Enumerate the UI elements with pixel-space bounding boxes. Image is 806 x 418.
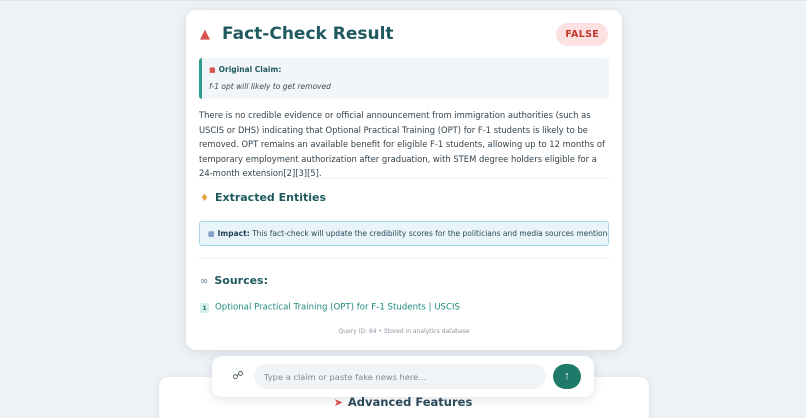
original-claim-text: f-1 opt will likely to get removed xyxy=(209,82,331,91)
result-header: ▲ Fact-Check Result FALSE xyxy=(200,23,608,46)
tag-icon: ♦ xyxy=(200,193,209,204)
original-claim-label: ■ Original Claim: xyxy=(209,65,282,74)
top-divider xyxy=(0,0,806,1)
alarm-bell-icon: ▲ xyxy=(200,27,210,42)
send-button[interactable]: ↑ xyxy=(553,364,581,389)
rocket-icon: ➤ xyxy=(333,396,343,409)
advanced-features-title: ➤ Advanced Features xyxy=(333,395,473,409)
source-item[interactable]: 1 Optional Practical Training (OPT) for F… xyxy=(200,297,460,316)
section-divider xyxy=(199,178,609,179)
claim-composer: ☍ ↑ xyxy=(212,356,594,397)
fact-check-explanation: There is no credible evidence or officia… xyxy=(199,110,605,178)
impact-notice: ▦ Impact: This fact-check will update the… xyxy=(199,221,609,246)
source-number-badge: 1 xyxy=(200,302,209,313)
sources-heading: ∞ Sources: xyxy=(200,274,269,287)
verdict-badge: FALSE xyxy=(556,23,608,46)
source-link[interactable]: Optional Practical Training (OPT) for F-… xyxy=(215,303,460,313)
paperclip-icon[interactable]: ☍ xyxy=(231,369,245,383)
extracted-entities-heading: ♦ Extracted Entities xyxy=(200,191,327,204)
section-divider xyxy=(199,258,609,259)
arrow-up-icon: ↑ xyxy=(564,370,570,382)
note-icon: ■ xyxy=(209,66,216,74)
fact-check-result-card: ▲ Fact-Check Result FALSE ■ Original Clai… xyxy=(186,10,622,350)
chart-icon: ▦ xyxy=(208,230,215,238)
query-info-note: Query ID: 64 • Stored in analytics datab… xyxy=(338,328,470,335)
link-icon: ∞ xyxy=(200,276,209,287)
page-title: Fact-Check Result xyxy=(222,24,394,44)
claim-input[interactable] xyxy=(254,364,546,389)
original-claim-box: ■ Original Claim: f-1 opt will likely to … xyxy=(199,58,609,99)
